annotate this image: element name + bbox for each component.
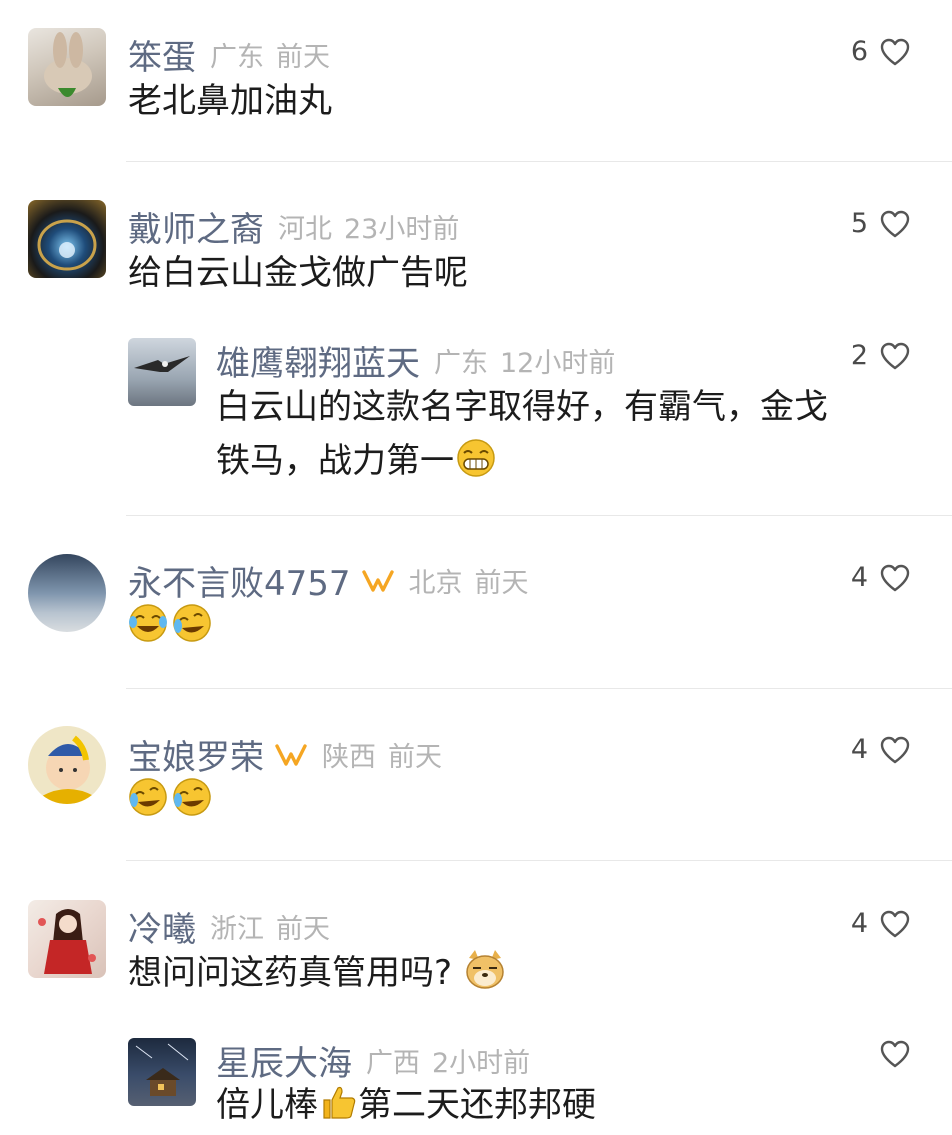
username[interactable]: 宝娘罗荣	[128, 730, 264, 779]
comment-meta: 戴师之裔 河北 23小时前	[128, 202, 459, 251]
location: 广东	[434, 348, 488, 379]
like-count: 6	[850, 36, 868, 67]
timestamp: 2小时前	[432, 1048, 531, 1079]
reply-text-segment: 倍儿棒	[216, 1085, 318, 1125]
timestamp: 12小时前	[500, 348, 616, 379]
comment-text: 老北鼻加油丸	[128, 81, 332, 121]
comment-text-segment: 想问问这药真管用吗?	[128, 953, 453, 993]
reply-avatar[interactable]	[128, 1038, 196, 1106]
comment-meta: 永不言败4757 北京 前天	[128, 556, 529, 605]
heart-icon[interactable]	[880, 38, 910, 66]
timestamp: 前天	[276, 914, 330, 945]
like-count: 4	[850, 562, 868, 593]
timestamp: 前天	[474, 568, 529, 599]
heart-icon[interactable]	[880, 564, 910, 592]
username[interactable]: 冷曦	[128, 902, 196, 951]
doge-emoji-icon	[466, 950, 504, 989]
rabbit-avatar-image	[44, 32, 92, 97]
location: 河北	[278, 214, 332, 245]
reply-text-line: 铁马，战力第一	[216, 434, 828, 488]
avatar[interactable]	[28, 900, 106, 978]
timestamp: 23小时前	[344, 214, 460, 245]
reply-text-line: 白云山的这款名字取得好，有霸气，金戈	[216, 387, 828, 427]
divider	[126, 515, 952, 516]
timestamp: 前天	[388, 742, 442, 773]
vip-badge-icon	[361, 569, 394, 592]
location: 陕西	[322, 742, 376, 773]
anime-avatar-image	[38, 909, 96, 974]
divider	[126, 688, 952, 689]
reply-meta: 雄鹰翱翔蓝天 广东 12小时前	[216, 336, 615, 385]
comment-meta: 笨蛋 广东 前天	[128, 30, 330, 79]
like-count: 5	[850, 208, 868, 239]
cartoon-avatar-image	[42, 735, 94, 804]
comment-text	[128, 600, 216, 654]
location: 北京	[408, 568, 463, 599]
vip-badge-icon	[275, 743, 307, 766]
reply-text-segment: 第二天还邦邦硬	[358, 1085, 596, 1125]
reply-username[interactable]: 雄鹰翱翔蓝天	[216, 336, 420, 385]
avatar[interactable]	[28, 726, 106, 804]
reply-text: 白云山的这款名字取得好，有霸气，金戈 铁马，战力第一	[216, 380, 828, 488]
like-button[interactable]: 5	[851, 208, 910, 239]
username[interactable]: 戴师之裔	[128, 202, 264, 251]
comment-text: 想问问这药真管用吗?	[128, 946, 507, 1000]
thumbs-up-emoji-icon	[323, 1086, 356, 1119]
heart-icon[interactable]	[880, 342, 910, 370]
heart-icon[interactable]	[880, 910, 910, 938]
timestamp: 前天	[276, 42, 330, 73]
heart-icon[interactable]	[880, 736, 910, 764]
username[interactable]: 笨蛋	[128, 30, 196, 79]
comment-text	[128, 774, 216, 828]
reply-text: 倍儿棒 第二天还邦邦硬	[216, 1078, 596, 1132]
like-count: 2	[850, 340, 868, 371]
like-button[interactable]: 2	[851, 340, 910, 371]
laugh-cry-emoji-icon	[129, 778, 211, 816]
like-button[interactable]	[880, 1040, 910, 1068]
avatar[interactable]	[28, 554, 106, 632]
staircase-avatar-image	[37, 219, 97, 271]
laugh-cry-emoji-icon	[129, 604, 211, 642]
comment-text: 给白云山金戈做广告呢	[128, 253, 468, 293]
heart-icon[interactable]	[880, 210, 910, 238]
divider	[126, 860, 952, 861]
comment-meta: 冷曦 浙江 前天	[128, 902, 330, 951]
reply-avatar[interactable]	[128, 338, 196, 406]
like-button[interactable]: 4	[851, 562, 910, 593]
grin-emoji-icon	[457, 439, 495, 477]
like-button[interactable]: 4	[851, 908, 910, 939]
avatar[interactable]	[28, 28, 106, 106]
like-button[interactable]: 6	[851, 36, 910, 67]
eagle-avatar-image	[134, 356, 190, 372]
heart-icon[interactable]	[880, 1040, 910, 1068]
like-button[interactable]: 4	[851, 734, 910, 765]
reply-text-segment: 铁马，战力第一	[216, 441, 454, 481]
location: 广西	[366, 1048, 420, 1079]
night-sky-avatar-image	[135, 1043, 189, 1096]
location: 广东	[210, 42, 264, 73]
like-count: 4	[850, 734, 868, 765]
comment-meta: 宝娘罗荣 陕西 前天	[128, 730, 442, 779]
avatar[interactable]	[28, 200, 106, 278]
like-count: 4	[850, 908, 868, 939]
divider	[126, 161, 952, 162]
username[interactable]: 永不言败4757	[128, 556, 351, 605]
location: 浙江	[210, 914, 264, 945]
